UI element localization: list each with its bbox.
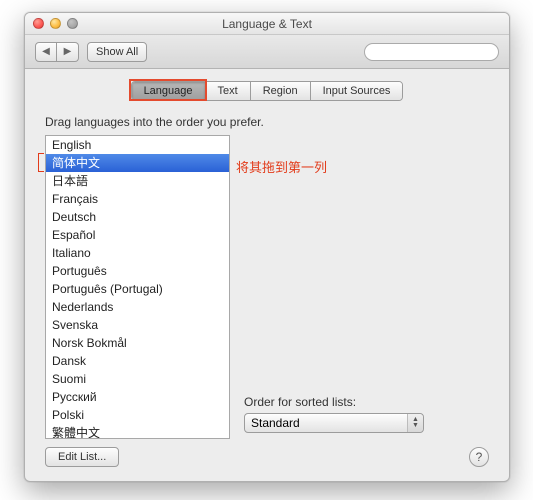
nav-buttons: ◀ ▶: [35, 42, 79, 62]
list-item[interactable]: Dansk: [46, 352, 229, 370]
chevron-right-icon: ▶: [64, 46, 72, 57]
order-label: Order for sorted lists:: [244, 395, 489, 409]
toolbar: ◀ ▶ Show All: [25, 35, 509, 69]
tab-bar: LanguageTextRegionInput Sources: [131, 81, 404, 101]
annotation-bracket: [38, 153, 44, 172]
list-item[interactable]: Français: [46, 190, 229, 208]
right-column: 将其拖到第一列 Order for sorted lists: Standard…: [244, 135, 489, 439]
list-item[interactable]: 日本語: [46, 172, 229, 190]
list-item[interactable]: English: [46, 136, 229, 154]
list-item[interactable]: Polski: [46, 406, 229, 424]
tab-text[interactable]: Text: [206, 82, 251, 100]
list-item[interactable]: Suomi: [46, 370, 229, 388]
language-list[interactable]: English简体中文日本語FrançaisDeutschEspañolItal…: [45, 135, 230, 439]
list-item[interactable]: Português (Portugal): [46, 280, 229, 298]
tab-language[interactable]: Language: [132, 82, 206, 100]
sorted-lists-value: Standard: [251, 416, 300, 430]
sorted-lists-popup[interactable]: Standard ▲▼: [244, 413, 424, 433]
tab-region[interactable]: Region: [251, 82, 311, 100]
list-item[interactable]: Nederlands: [46, 298, 229, 316]
preferences-window: Language & Text ◀ ▶ Show All LanguageTex…: [24, 12, 510, 482]
list-item[interactable]: Italiano: [46, 244, 229, 262]
window-title: Language & Text: [25, 17, 509, 31]
footer: Edit List... ?: [45, 447, 489, 467]
edit-list-button[interactable]: Edit List...: [45, 447, 119, 467]
help-button[interactable]: ?: [469, 447, 489, 467]
tab-input-sources[interactable]: Input Sources: [311, 82, 403, 100]
list-item[interactable]: Svenska: [46, 316, 229, 334]
instruction-label: Drag languages into the order you prefer…: [45, 115, 489, 129]
back-button[interactable]: ◀: [35, 42, 57, 62]
list-item[interactable]: Русский: [46, 388, 229, 406]
updown-arrows-icon: ▲▼: [407, 414, 423, 432]
list-item[interactable]: 简体中文: [46, 154, 229, 172]
minimize-button[interactable]: [50, 18, 61, 29]
forward-button[interactable]: ▶: [57, 42, 79, 62]
titlebar: Language & Text: [25, 13, 509, 35]
content: LanguageTextRegionInput Sources Drag lan…: [25, 69, 509, 481]
list-item[interactable]: Português: [46, 262, 229, 280]
search-input[interactable]: [364, 43, 499, 61]
body-row: English简体中文日本語FrançaisDeutschEspañolItal…: [45, 135, 489, 439]
list-item[interactable]: Español: [46, 226, 229, 244]
zoom-button[interactable]: [67, 18, 78, 29]
window-controls: [33, 18, 78, 29]
show-all-button[interactable]: Show All: [87, 42, 147, 62]
chevron-left-icon: ◀: [42, 46, 50, 57]
list-item[interactable]: 繁體中文: [46, 424, 229, 439]
search-wrap: [364, 43, 499, 61]
close-button[interactable]: [33, 18, 44, 29]
list-item[interactable]: Norsk Bokmål: [46, 334, 229, 352]
list-item[interactable]: Deutsch: [46, 208, 229, 226]
annotation-text: 将其拖到第一列: [236, 157, 327, 176]
